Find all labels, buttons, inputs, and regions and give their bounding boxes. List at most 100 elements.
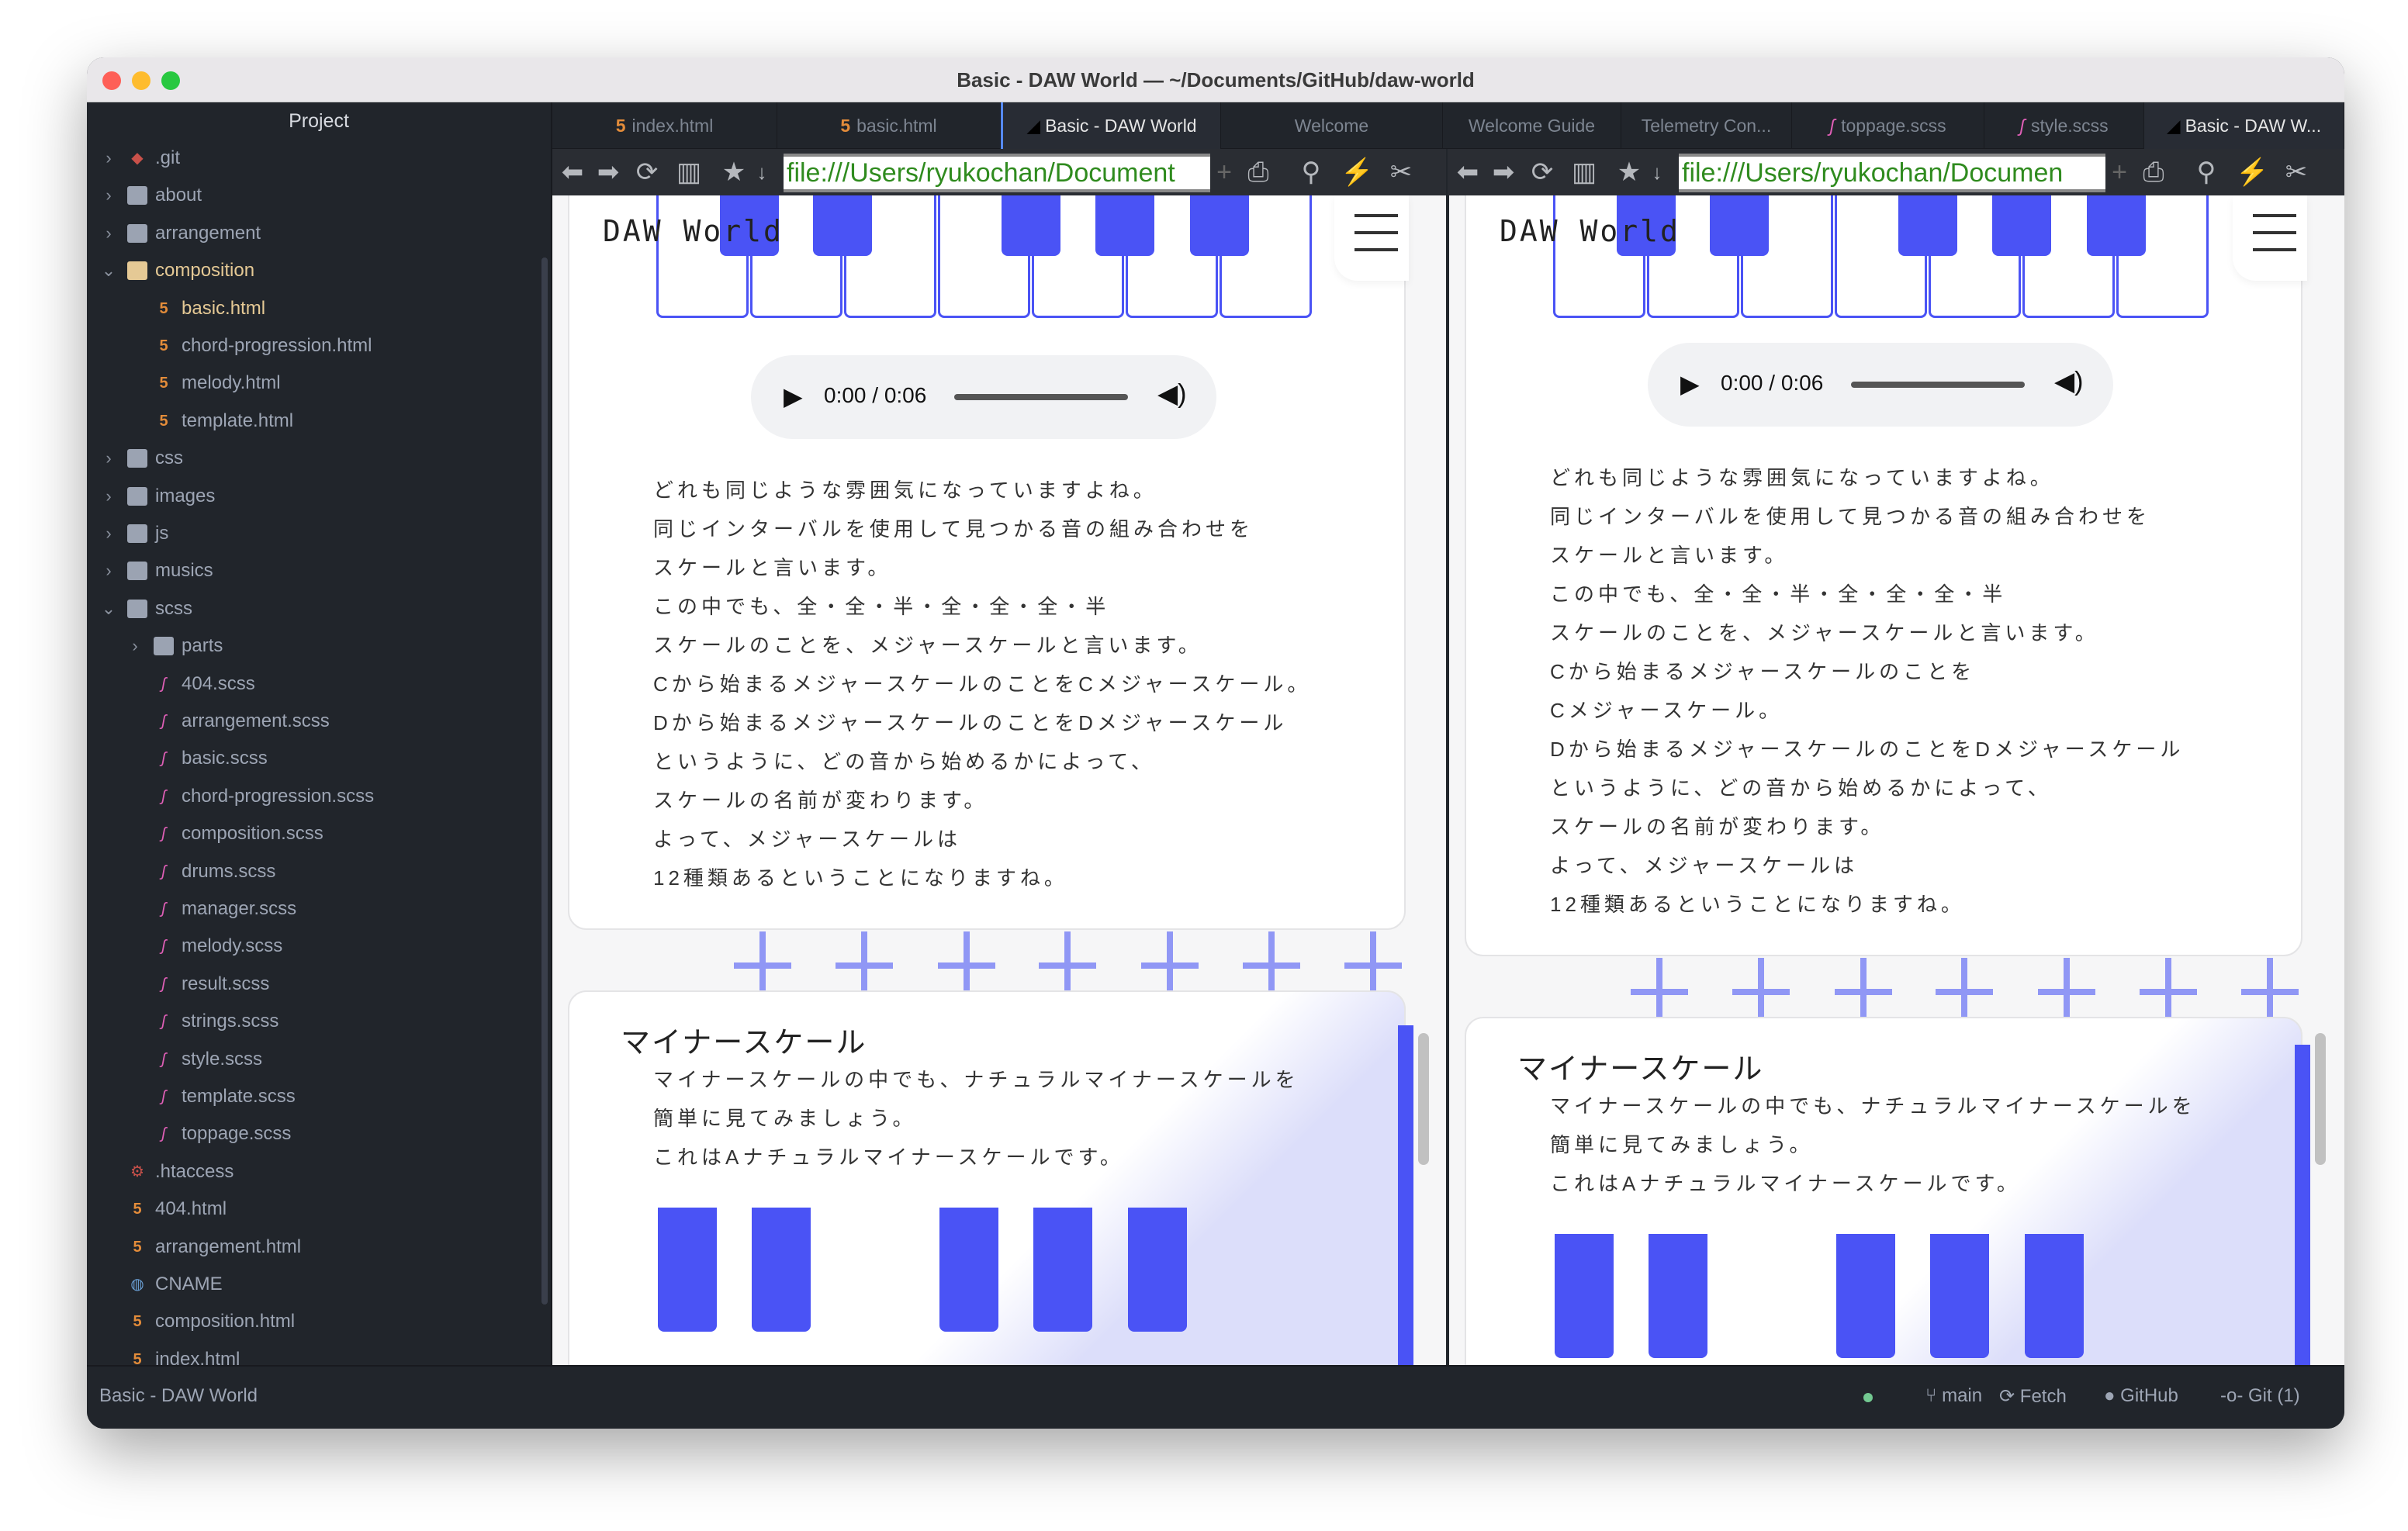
tools-icon[interactable]: ✂ <box>2281 155 2312 189</box>
tab[interactable]: 5 basic.html <box>777 102 1001 149</box>
refresh-icon[interactable]: ⟳ <box>1527 155 1558 189</box>
lightning-icon[interactable]: ⚡ <box>2236 155 2268 189</box>
chevron-right-icon[interactable]: › <box>101 140 116 177</box>
tab[interactable]: ◢ Basic - DAW W... <box>2144 102 2344 149</box>
tree-item[interactable]: ʃ arrangement.scss <box>87 703 537 740</box>
tree-item[interactable]: ʃ chord-progression.scss <box>87 778 537 815</box>
chevron-right-icon[interactable]: › <box>101 177 116 214</box>
dropdown-icon[interactable]: ↓ <box>1648 155 1666 189</box>
forward-icon[interactable]: ➡ <box>593 155 624 189</box>
refresh-icon[interactable]: ⟳ <box>631 155 663 189</box>
tree-item[interactable]: ʃ result.scss <box>87 966 537 1003</box>
tree-item[interactable]: 5 melody.html <box>87 365 537 402</box>
play-icon[interactable]: ▶ <box>784 382 803 411</box>
tree-item[interactable]: › js <box>87 515 537 552</box>
star-icon[interactable]: ★ <box>1614 155 1645 189</box>
black-key[interactable] <box>1710 195 1769 256</box>
tree-item[interactable]: ⚙ .htaccess <box>87 1153 537 1191</box>
site-logo[interactable]: DAW World <box>603 214 784 248</box>
chevron-down-icon[interactable]: ⌄ <box>101 252 116 289</box>
chevron-right-icon[interactable]: › <box>101 515 116 552</box>
chevron-right-icon[interactable]: › <box>101 552 116 589</box>
preview-scrollbar[interactable] <box>2315 1033 2326 1165</box>
tree-item[interactable]: › about <box>87 177 537 214</box>
tree-item[interactable]: ◍ CNAME <box>87 1266 537 1303</box>
black-key[interactable] <box>1033 1208 1092 1332</box>
tree-item[interactable]: › images <box>87 478 537 515</box>
url-input[interactable]: file:///Users/ryukochan/Documen <box>1679 154 2105 192</box>
audio-progress-slider[interactable] <box>1851 382 2025 388</box>
tree-item[interactable]: › parts <box>87 627 537 665</box>
tree-item[interactable]: ⌄ scss <box>87 590 537 627</box>
tree-item[interactable]: ʃ style.scss <box>87 1041 537 1078</box>
print-icon[interactable]: ⎙ <box>2138 155 2169 189</box>
tab[interactable]: Welcome <box>1221 102 1443 149</box>
tab[interactable]: Welcome Guide <box>1443 102 1621 149</box>
menu-button[interactable] <box>1334 195 1409 281</box>
black-key[interactable] <box>1898 195 1957 256</box>
black-key[interactable] <box>752 1208 811 1332</box>
lightning-icon[interactable]: ⚡ <box>1341 155 1373 189</box>
tree-item[interactable]: ⌄ composition <box>87 252 537 289</box>
black-key[interactable] <box>1002 195 1060 256</box>
preview-scrollbar[interactable] <box>1418 1033 1429 1165</box>
chevron-right-icon[interactable]: › <box>101 478 116 515</box>
reader-icon[interactable]: ▥ <box>673 155 704 189</box>
black-key[interactable] <box>2025 1234 2084 1358</box>
sidebar-scrollbar[interactable] <box>541 257 548 1305</box>
black-key[interactable] <box>1649 1234 1707 1358</box>
chevron-right-icon[interactable]: › <box>101 440 116 477</box>
black-key[interactable] <box>1128 1208 1187 1332</box>
tab[interactable]: ʃ toppage.scss <box>1792 102 1984 149</box>
chevron-right-icon[interactable]: › <box>127 627 143 665</box>
black-key[interactable] <box>658 1208 717 1332</box>
tree-item[interactable]: 5 template.html <box>87 403 537 440</box>
tree-item[interactable]: 5 composition.html <box>87 1303 537 1340</box>
tree-item[interactable]: ʃ melody.scss <box>87 928 537 965</box>
chevron-down-icon[interactable]: ⌄ <box>101 590 116 627</box>
tree-item[interactable]: 5 basic.html <box>87 290 537 327</box>
tree-item[interactable]: 5 chord-progression.html <box>87 327 537 365</box>
black-key[interactable] <box>2087 195 2146 256</box>
black-key[interactable] <box>1992 195 2051 256</box>
url-input[interactable]: file:///Users/ryukochan/Document <box>784 154 1210 192</box>
tree-item[interactable]: ʃ manager.scss <box>87 890 537 928</box>
forward-icon[interactable]: ➡ <box>1488 155 1519 189</box>
github-button[interactable]: ● GitHub <box>2104 1385 2178 1407</box>
star-icon[interactable]: ★ <box>718 155 749 189</box>
tree-item[interactable]: › arrangement <box>87 215 537 252</box>
black-key[interactable] <box>939 1208 998 1332</box>
chevron-right-icon[interactable]: › <box>101 215 116 252</box>
fetch-button[interactable]: ⟳ Fetch <box>1999 1385 2067 1408</box>
tree-item[interactable]: ʃ strings.scss <box>87 1003 537 1040</box>
audio-progress-slider[interactable] <box>954 394 1128 400</box>
back-icon[interactable]: ⬅ <box>1452 155 1483 189</box>
git-button[interactable]: -o- Git (1) <box>2220 1385 2300 1407</box>
black-key[interactable] <box>1190 195 1249 256</box>
reader-icon[interactable]: ▥ <box>1569 155 1600 189</box>
tab[interactable]: Telemetry Con... <box>1621 102 1792 149</box>
volume-icon[interactable]: ◀) <box>1157 378 1186 410</box>
tree-item[interactable]: ʃ template.scss <box>87 1078 537 1115</box>
tab[interactable]: ʃ style.scss <box>1984 102 2144 149</box>
add-icon[interactable]: + <box>1209 155 1240 189</box>
tree-item[interactable]: ʃ toppage.scss <box>87 1115 537 1153</box>
site-logo[interactable]: DAW World <box>1500 214 1680 248</box>
back-icon[interactable]: ⬅ <box>557 155 588 189</box>
tree-item[interactable]: ʃ drums.scss <box>87 853 537 890</box>
tree-item[interactable]: ʃ composition.scss <box>87 815 537 852</box>
volume-icon[interactable]: ◀) <box>2054 366 2083 397</box>
play-icon[interactable]: ▶ <box>1680 369 1700 399</box>
tree-item[interactable]: › musics <box>87 552 537 589</box>
branch-button[interactable]: ⑂ main <box>1925 1385 1982 1407</box>
tree-item[interactable]: 5 404.html <box>87 1191 537 1228</box>
tree-item[interactable]: ʃ basic.scss <box>87 740 537 777</box>
menu-button[interactable] <box>2233 195 2307 281</box>
pin-icon[interactable]: ⚲ <box>2191 155 2222 189</box>
tab[interactable]: ◢ Basic - DAW World <box>1001 102 1221 149</box>
add-icon[interactable]: + <box>2104 155 2135 189</box>
tab[interactable]: 5 index.html <box>552 102 777 149</box>
black-key[interactable] <box>1095 195 1154 256</box>
tree-item[interactable]: ʃ 404.scss <box>87 665 537 703</box>
tree-item[interactable]: › css <box>87 440 537 477</box>
